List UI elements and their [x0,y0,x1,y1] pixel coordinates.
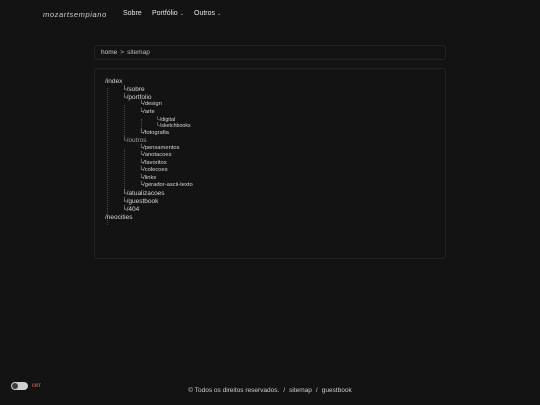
sitemap-link-sobre[interactable]: └/sobre [122,86,145,94]
tree-guide-line [124,149,125,190]
site-logo[interactable]: mozartsempiano [43,10,107,19]
top-nav: mozartsempiano Sobre Portfólio ⌄ Outros ⌄ [0,0,540,28]
copyright-text: © Todos os direitos reservados. [188,387,280,394]
breadcrumb-separator: > [120,49,125,56]
sitemap-link-fotografia[interactable]: └/fotografia [139,130,169,137]
breadcrumb: home > sitemap [94,45,446,60]
chevron-down-icon: ⌄ [179,11,184,17]
sitemap-link-index[interactable]: /index [105,78,122,86]
sitemap-link-design[interactable]: └/design [139,101,162,108]
nav-item-portfolio[interactable]: Portfólio ⌄ [152,10,184,17]
tree-guide-line [124,105,125,138]
sitemap-link-anotacoes[interactable]: └/anotacoes [139,152,171,159]
breadcrumb-current: sitemap [127,49,150,56]
sitemap-link-outros[interactable]: └/outros [122,137,146,145]
sitemap-link-arte[interactable]: └/arte [139,109,155,116]
footer-link-guestbook[interactable]: guestbook [322,387,352,394]
sitemap-link-colecoes[interactable]: └/colecoes [139,167,168,174]
sitemap-link-neocities[interactable]: /neocities [105,214,132,222]
sitemap-link-404[interactable]: └/404 [122,206,139,214]
sitemap-link-atualizacoes[interactable]: └/atualizacoes [122,190,165,198]
sitemap-panel: /index └/sobre └/portfolio └/design └/ar… [94,68,446,259]
chevron-down-icon: ⌄ [217,11,222,17]
sitemap-link-favoritos[interactable]: └/favoritos [139,160,167,167]
footer: © Todos os direitos reservados. / sitemap /… [0,387,540,394]
sitemap-link-pensamentos[interactable]: └/pensamentos [139,145,180,152]
footer-separator: / [283,387,286,394]
sitemap-link-gerador-ascii-texto[interactable]: └/gerador-ascii-texto [139,182,193,189]
sitemap-link-links[interactable]: └/links [139,175,156,182]
sitemap-link-guestbook[interactable]: └/guestbook [122,198,158,206]
nav-item-sobre[interactable]: Sobre [123,10,142,17]
footer-separator: / [315,387,318,394]
tree-guide-line [107,88,108,225]
footer-link-sitemap[interactable]: sitemap [289,387,312,394]
nav-item-outros[interactable]: Outros ⌄ [194,10,221,17]
breadcrumb-home-link[interactable]: home [101,49,117,56]
sitemap-link-sketchbooks[interactable]: └/sketchbooks [156,123,191,129]
